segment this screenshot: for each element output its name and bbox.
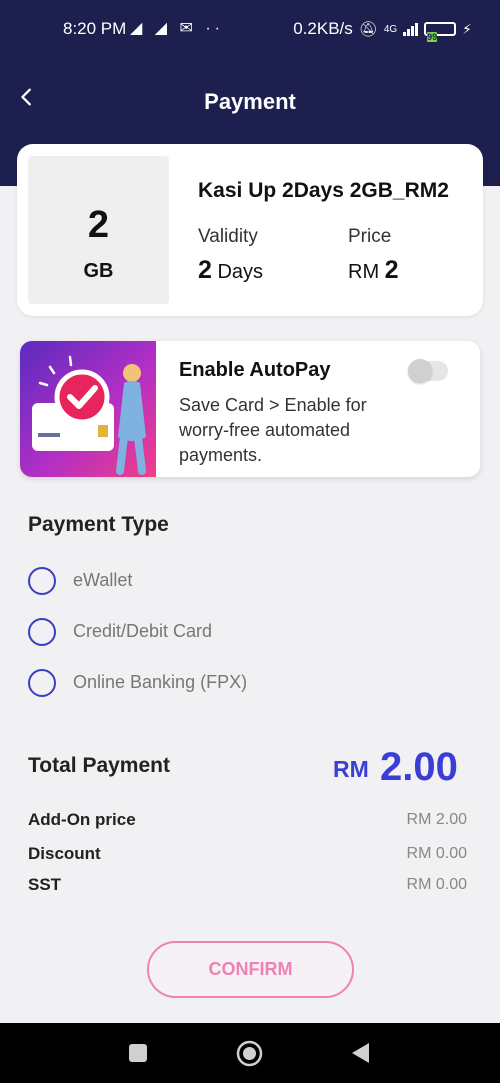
triangle-back-icon xyxy=(352,1043,369,1063)
network-type: 4G xyxy=(383,23,398,35)
validity-value: 2 Days xyxy=(198,256,263,285)
price-currency: RM xyxy=(348,261,380,283)
back-system-button[interactable] xyxy=(352,1043,370,1063)
total-payment-label: Total Payment xyxy=(28,754,170,777)
autopay-card[interactable]: Enable AutoPay Save Card > Enable for wo… xyxy=(20,341,480,477)
payment-option-ewallet[interactable]: eWallet xyxy=(28,565,348,597)
signal-icon xyxy=(403,22,419,36)
price-number: 2 xyxy=(384,256,399,284)
payment-option-fpx[interactable]: Online Banking (FPX) xyxy=(28,667,348,699)
addon-price-label: Add-On price xyxy=(28,810,136,829)
payment-option-label: Online Banking (FPX) xyxy=(73,672,248,692)
page-title: Payment xyxy=(204,89,296,114)
mute-icon: 🔕︎ xyxy=(358,21,378,38)
card-check-illustration-icon xyxy=(32,355,146,475)
payment-option-card[interactable]: Credit/Debit Card xyxy=(28,616,348,648)
circle-icon xyxy=(236,1040,263,1067)
radio-button[interactable] xyxy=(28,567,56,595)
network-speed: 0.2KB/s xyxy=(293,19,353,38)
radio-button[interactable] xyxy=(28,669,56,697)
validity-unit: Days xyxy=(217,261,264,283)
sst-label: SST xyxy=(28,875,62,894)
total-currency: RM xyxy=(333,756,369,782)
payment-option-label: Credit/Debit Card xyxy=(73,621,213,641)
price-value: RM 2 xyxy=(348,256,399,285)
discount-value: RM 0.00 xyxy=(406,845,467,862)
radio-button[interactable] xyxy=(28,618,56,646)
plan-card: 2 GB Kasi Up 2Days 2GB_RM2 Validity 2 Da… xyxy=(17,144,483,316)
autopay-title: Enable AutoPay xyxy=(179,359,331,381)
toggle-knob xyxy=(408,359,432,383)
price-label: Price xyxy=(348,226,392,247)
autopay-toggle[interactable] xyxy=(408,359,448,383)
system-nav-bar xyxy=(0,1023,500,1083)
validity-label: Validity xyxy=(198,226,258,247)
status-time: 8:20 PM xyxy=(63,19,127,38)
total-amount: 2.00 xyxy=(380,745,458,789)
data-amount: 2 xyxy=(87,204,110,246)
nav-bar: Payment xyxy=(0,78,500,126)
sst-value: RM 0.00 xyxy=(406,876,467,893)
recent-apps-button[interactable] xyxy=(129,1044,147,1062)
validity-number: 2 xyxy=(198,256,212,284)
discount-label: Discount xyxy=(28,844,101,863)
payment-type-title: Payment Type xyxy=(28,513,169,536)
status-right: 0.2KB/s 🔕︎ 4G 99 ⚡ xyxy=(293,19,472,42)
addon-price-value: RM 2.00 xyxy=(406,811,467,828)
autopay-description: Save Card > Enable for worry-free automa… xyxy=(179,395,367,465)
battery-icon: 99 xyxy=(424,22,457,42)
home-button[interactable] xyxy=(236,1040,263,1067)
notification-icons: ◢ ◢ ✉ ·· xyxy=(130,20,225,37)
charging-icon: ⚡ xyxy=(462,20,472,37)
square-icon xyxy=(129,1044,147,1062)
autopay-illustration xyxy=(20,341,156,477)
confirm-button[interactable]: CONFIRM xyxy=(147,941,354,998)
status-bar: 8:20 PM ◢ ◢ ✉ ·· 0.2KB/s 🔕︎ 4G 99 ⚡ xyxy=(0,0,500,58)
data-unit: GB xyxy=(83,260,114,282)
payment-option-label: eWallet xyxy=(73,570,133,590)
battery-level: 99 xyxy=(427,32,438,42)
data-amount-box: 2 GB xyxy=(28,156,169,304)
plan-name: Kasi Up 2Days 2GB_RM2 xyxy=(198,179,449,202)
